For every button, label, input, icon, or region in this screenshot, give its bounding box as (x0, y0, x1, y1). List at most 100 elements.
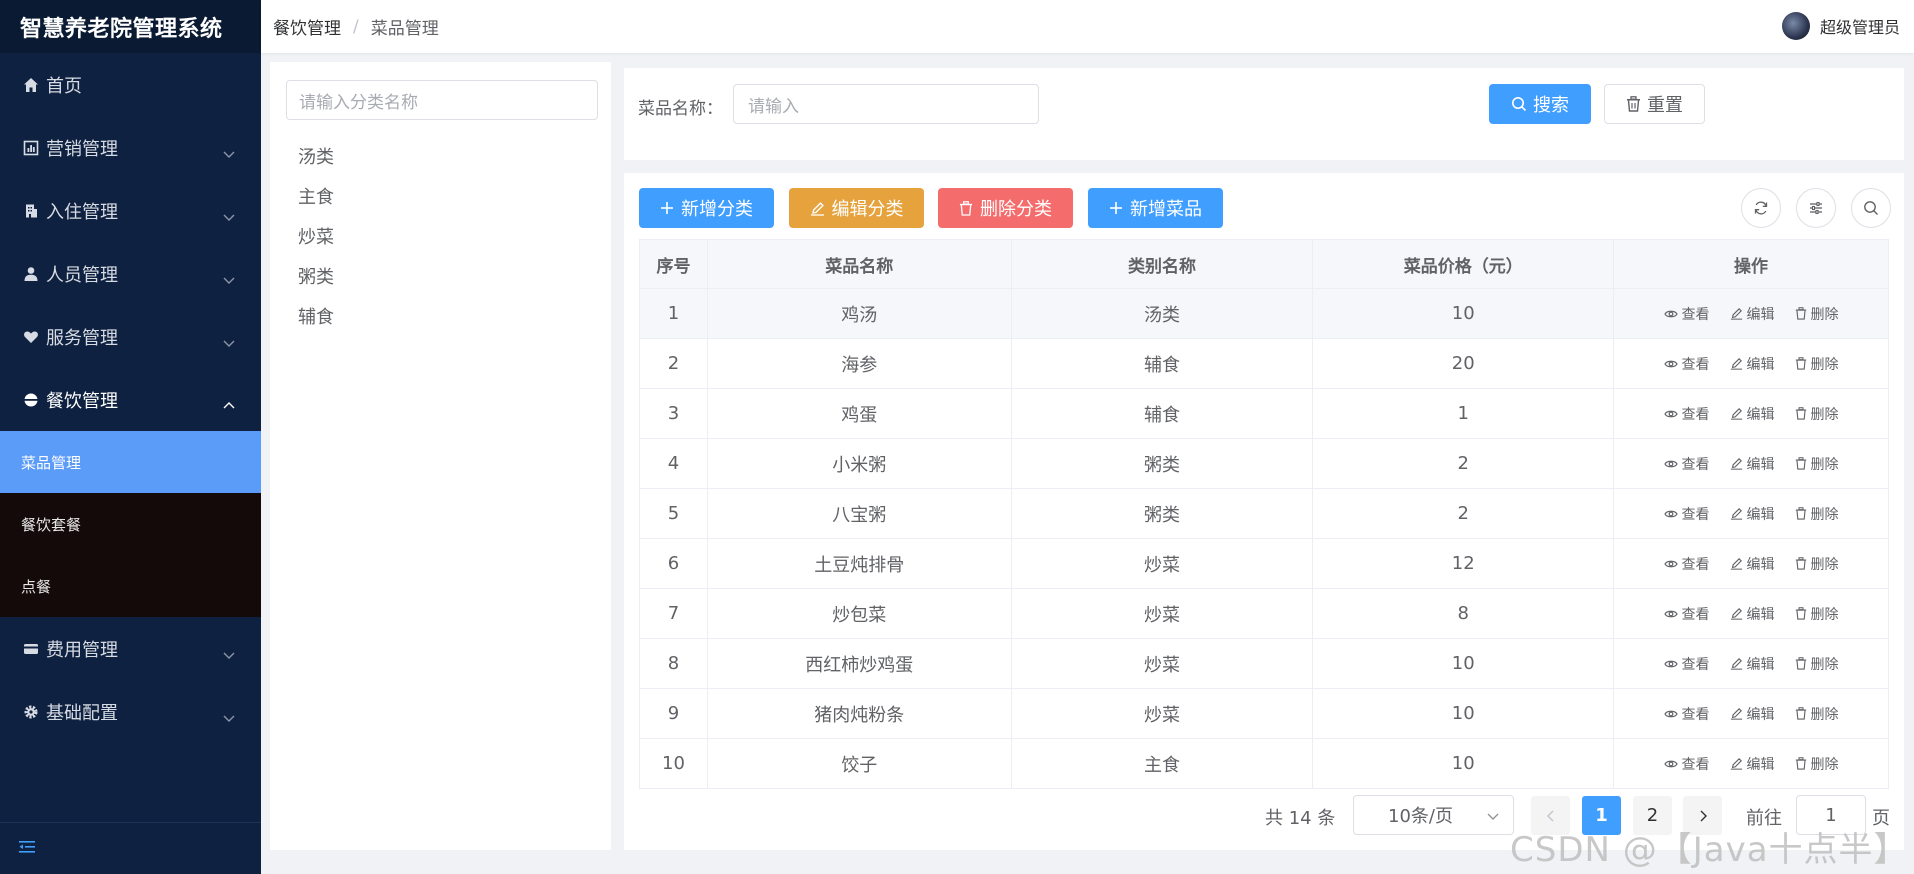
delete-button[interactable]: 删除 (1795, 604, 1839, 624)
trash-icon (1795, 307, 1806, 320)
table-row[interactable]: 2 海参 辅食 20 查看 编辑 删除 (639, 338, 1889, 389)
table-row[interactable]: 9 猪肉炖粉条 炒菜 10 查看 编辑 删除 (639, 688, 1889, 739)
sidebar-item-fees[interactable]: 费用管理 (0, 617, 261, 680)
refresh-button[interactable] (1741, 188, 1781, 228)
user-menu[interactable]: 超级管理员 (1781, 12, 1900, 40)
edit-button[interactable]: 编辑 (1730, 304, 1775, 324)
category-item[interactable]: 主食 (298, 178, 334, 218)
table-row[interactable]: 1 鸡汤 汤类 10 查看 编辑 删除 (639, 288, 1889, 339)
table-header-row: 序号 菜品名称 类别名称 菜品价格（元） 操作 (639, 239, 1889, 289)
edit-label: 编辑 (1746, 656, 1775, 673)
user-name[interactable]: 超级管理员 (1820, 14, 1900, 38)
table-row[interactable]: 4 小米粥 粥类 2 查看 编辑 删除 (639, 438, 1889, 489)
table-row[interactable]: 10 饺子 主食 10 查看 编辑 删除 (639, 738, 1889, 789)
edit-button[interactable]: 编辑 (1730, 654, 1775, 674)
edit-button[interactable]: 编辑 (1730, 404, 1775, 424)
breadcrumb-separator: / (353, 16, 359, 37)
category-item[interactable]: 炒菜 (298, 218, 334, 258)
sidebar-item-label: 人员管理 (46, 264, 118, 286)
view-button[interactable]: 查看 (1663, 454, 1710, 474)
chevron-down-icon (223, 206, 235, 227)
edit-button[interactable]: 编辑 (1730, 454, 1775, 474)
sidebar-item-dining[interactable]: 餐饮管理 (0, 368, 261, 431)
reset-button-label: 重置 (1647, 95, 1683, 116)
add-category-button[interactable]: 新增分类 (639, 188, 774, 228)
row-actions-cell: 查看 编辑 删除 (1613, 638, 1889, 689)
trash-icon (1795, 757, 1806, 770)
sidebar-item-service[interactable]: 服务管理 (0, 305, 261, 368)
edit-category-button[interactable]: 编辑分类 (789, 188, 924, 228)
view-button[interactable]: 查看 (1663, 704, 1710, 724)
edit-icon (1730, 708, 1742, 720)
category-name-cell: 炒菜 (1010, 688, 1314, 739)
eye-icon (1663, 510, 1678, 517)
avatar[interactable] (1781, 12, 1810, 40)
sidebar-item-home[interactable]: 首页 (0, 53, 261, 116)
table-row[interactable]: 7 炒包菜 炒菜 8 查看 编辑 删除 (639, 588, 1889, 639)
edit-icon (1730, 308, 1742, 320)
delete-button[interactable]: 删除 (1795, 404, 1839, 424)
row-actions: 查看 编辑 删除 (1614, 304, 1888, 324)
view-button[interactable]: 查看 (1663, 654, 1710, 674)
row-actions: 查看 编辑 删除 (1614, 504, 1888, 524)
table-row[interactable]: 6 土豆炖排骨 炒菜 12 查看 编辑 删除 (639, 538, 1889, 589)
row-actions-cell: 查看 编辑 删除 (1613, 488, 1889, 539)
sidebar-item-config[interactable]: 基础配置 (0, 680, 261, 743)
page-size-select[interactable]: 10条/页 (1353, 795, 1514, 835)
delete-button[interactable]: 删除 (1795, 454, 1839, 474)
view-button[interactable]: 查看 (1663, 504, 1710, 524)
reset-button[interactable]: 重置 (1604, 84, 1705, 124)
delete-button[interactable]: 删除 (1795, 554, 1839, 574)
search-panel: 菜品名称： 请输入 搜索 重置 (624, 68, 1904, 160)
search-button[interactable]: 搜索 (1489, 84, 1591, 124)
view-button[interactable]: 查看 (1663, 404, 1710, 424)
edit-button[interactable]: 编辑 (1730, 354, 1775, 374)
sidebar-subitem-meal-packages[interactable]: 餐饮套餐 (0, 493, 261, 555)
chevron-down-icon (223, 269, 235, 290)
breadcrumb-item[interactable]: 餐饮管理 (273, 14, 341, 39)
chevron-down-icon (223, 707, 235, 728)
table-row[interactable]: 8 西红柿炒鸡蛋 炒菜 10 查看 编辑 删除 (639, 638, 1889, 689)
view-button[interactable]: 查看 (1663, 554, 1710, 574)
category-item[interactable]: 汤类 (298, 138, 334, 178)
sidebar-collapse-button[interactable] (0, 822, 261, 874)
delete-button[interactable]: 删除 (1795, 754, 1839, 774)
toggle-search-button[interactable] (1851, 188, 1891, 228)
delete-button[interactable]: 删除 (1795, 354, 1839, 374)
table-row[interactable]: 3 鸡蛋 辅食 1 查看 编辑 删除 (639, 388, 1889, 439)
row-index-cell: 4 (639, 438, 708, 489)
dish-name-input[interactable]: 请输入 (733, 84, 1039, 124)
row-index-cell: 3 (639, 388, 708, 439)
dish-price-cell: 1 (1312, 388, 1615, 439)
edit-icon (1730, 758, 1742, 770)
category-search-input[interactable]: 请输入分类名称 (286, 80, 598, 120)
sidebar-subitem-label: 点餐 (21, 577, 52, 596)
column-settings-button[interactable] (1796, 188, 1836, 228)
category-item[interactable]: 粥类 (298, 258, 334, 298)
category-item[interactable]: 辅食 (298, 298, 334, 338)
table-row[interactable]: 5 八宝粥 粥类 2 查看 编辑 删除 (639, 488, 1889, 539)
sidebar-item-checkin[interactable]: 入住管理 (0, 179, 261, 242)
edit-button[interactable]: 编辑 (1730, 754, 1775, 774)
edit-icon (1730, 408, 1742, 420)
delete-button[interactable]: 删除 (1795, 654, 1839, 674)
delete-button[interactable]: 删除 (1795, 304, 1839, 324)
sidebar-subitem-ordering[interactable]: 点餐 (0, 555, 261, 617)
view-button[interactable]: 查看 (1663, 354, 1710, 374)
edit-label: 编辑 (1746, 756, 1775, 773)
view-button[interactable]: 查看 (1663, 304, 1710, 324)
trash-icon (1795, 657, 1806, 670)
view-button[interactable]: 查看 (1663, 754, 1710, 774)
add-dish-button[interactable]: 新增菜品 (1088, 188, 1223, 228)
delete-button[interactable]: 删除 (1795, 704, 1839, 724)
sidebar-item-marketing[interactable]: 营销管理 (0, 116, 261, 179)
view-button[interactable]: 查看 (1663, 604, 1710, 624)
edit-button[interactable]: 编辑 (1730, 704, 1775, 724)
sidebar-item-staff[interactable]: 人员管理 (0, 242, 261, 305)
delete-button[interactable]: 删除 (1795, 504, 1839, 524)
edit-button[interactable]: 编辑 (1730, 504, 1775, 524)
edit-button[interactable]: 编辑 (1730, 554, 1775, 574)
sidebar-subitem-dishes[interactable]: 菜品管理 (0, 431, 261, 493)
delete-category-button[interactable]: 删除分类 (938, 188, 1073, 228)
edit-button[interactable]: 编辑 (1730, 604, 1775, 624)
